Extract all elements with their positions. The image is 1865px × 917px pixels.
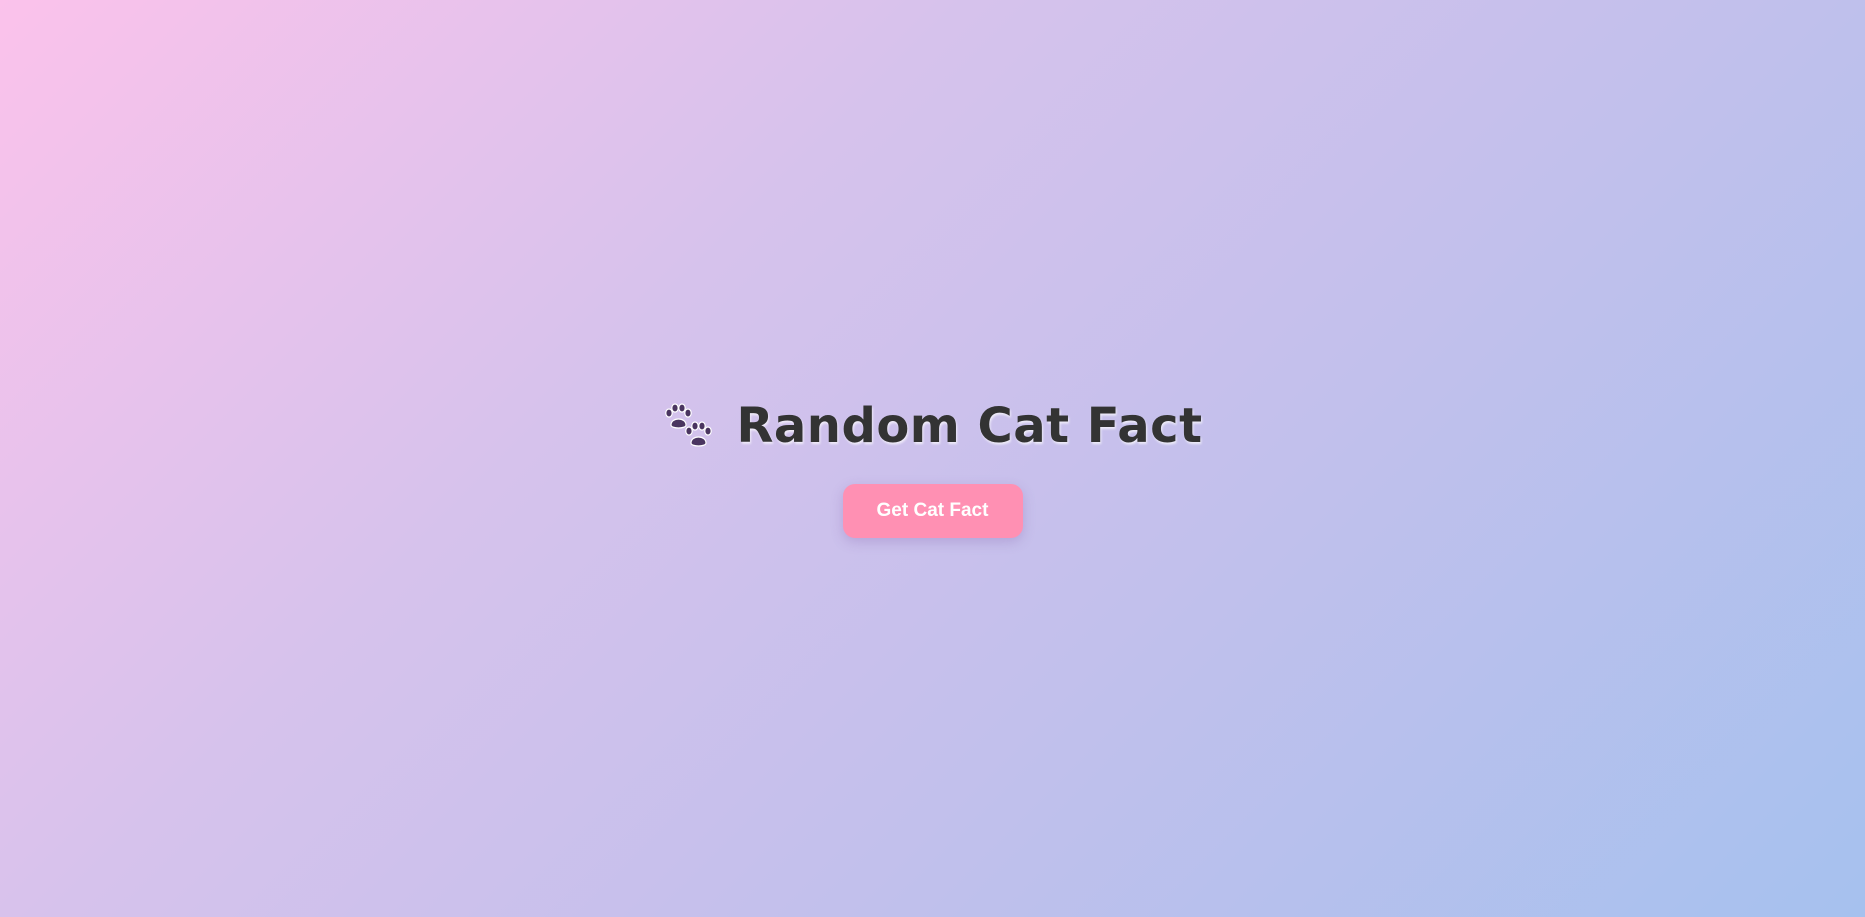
paw-prints-icon — [662, 402, 714, 450]
page-title: Random Cat Fact — [736, 397, 1203, 454]
get-cat-fact-button[interactable]: Get Cat Fact — [842, 483, 1023, 538]
main-container: Random Cat Fact Get Cat Fact — [0, 0, 1865, 917]
header: Random Cat Fact — [662, 398, 1202, 454]
